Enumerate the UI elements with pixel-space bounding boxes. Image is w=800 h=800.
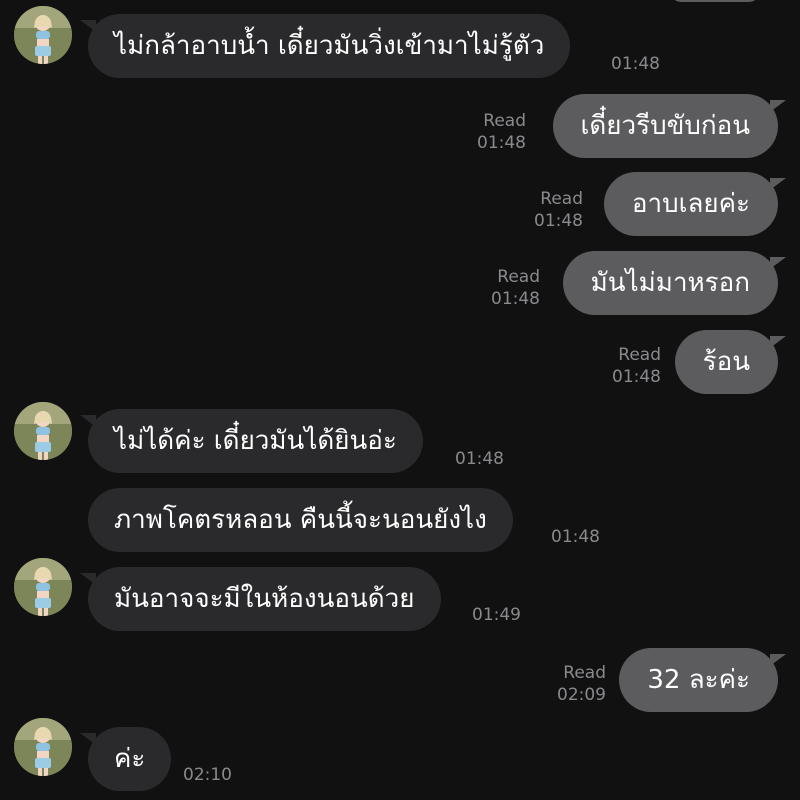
avatar-icon bbox=[14, 558, 72, 616]
message-time: 01:48 bbox=[455, 449, 504, 469]
message-bubble-incoming[interactable]: ไม่ได้ค่ะ เดี๋ยวมันได้ยินอ่ะ bbox=[80, 409, 423, 473]
message-text: ไม่กล้าอาบน้ำ เดี๋ยวมันวิ่งเข้ามาไม่รู้ต… bbox=[114, 31, 545, 61]
message-meta: Read 01:48 bbox=[491, 266, 540, 310]
previous-message-bubble[interactable] bbox=[670, 0, 760, 2]
bubble-tail bbox=[80, 20, 96, 32]
message-bubble-outgoing[interactable]: มันไม่มาหรอก bbox=[562, 251, 786, 315]
message-meta: Read 02:09 bbox=[557, 662, 606, 706]
message-bubble-outgoing[interactable]: เดี๋ยวรีบขับก่อน bbox=[552, 94, 786, 158]
message-text: มันไม่มาหรอก bbox=[590, 268, 750, 298]
message-time: 01:48 bbox=[551, 527, 600, 547]
message-meta: Read 01:48 bbox=[534, 188, 583, 232]
message-text: อาบเลยค่ะ bbox=[631, 189, 750, 219]
read-receipt: Read bbox=[563, 663, 606, 683]
message-text: ร้อน bbox=[702, 347, 750, 377]
message-time: 01:48 bbox=[534, 211, 583, 231]
avatar-icon bbox=[14, 718, 72, 776]
bubble-tail bbox=[80, 573, 96, 585]
read-receipt: Read bbox=[618, 345, 661, 365]
message-text: เดี๋ยวรีบขับก่อน bbox=[580, 111, 750, 141]
bubble-tail bbox=[80, 733, 96, 745]
message-time: 02:10 bbox=[183, 765, 232, 785]
message-bubble-outgoing[interactable]: ร้อน bbox=[674, 330, 786, 394]
contact-avatar[interactable] bbox=[14, 718, 72, 776]
bubble-tail bbox=[770, 336, 786, 348]
message-text: ภาพโคตรหลอน คืนนี้จะนอนยังไง bbox=[114, 505, 487, 535]
message-time: 01:48 bbox=[477, 133, 526, 153]
message-time: 01:48 bbox=[612, 367, 661, 387]
read-receipt: Read bbox=[540, 189, 583, 209]
message-meta: Read 01:48 bbox=[612, 344, 661, 388]
message-text: ไม่ได้ค่ะ เดี๋ยวมันได้ยินอ่ะ bbox=[114, 426, 397, 456]
message-bubble-incoming[interactable]: ไม่กล้าอาบน้ำ เดี๋ยวมันวิ่งเข้ามาไม่รู้ต… bbox=[80, 14, 571, 78]
bubble-tail bbox=[80, 415, 96, 427]
message-bubble-incoming[interactable]: มันอาจจะมีในห้องนอนด้วย bbox=[80, 567, 441, 631]
read-receipt: Read bbox=[497, 267, 540, 287]
bubble-tail bbox=[770, 178, 786, 190]
message-bubble-outgoing[interactable]: 32 ละค่ะ bbox=[619, 648, 786, 712]
bubble-tail bbox=[770, 654, 786, 666]
bubble-tail bbox=[770, 257, 786, 269]
read-receipt: Read bbox=[483, 111, 526, 131]
message-text: ค่ะ bbox=[114, 744, 146, 774]
message-time: 02:09 bbox=[557, 685, 606, 705]
bubble-tail bbox=[770, 100, 786, 112]
message-meta: Read 01:48 bbox=[477, 110, 526, 154]
message-bubble-outgoing[interactable]: อาบเลยค่ะ bbox=[603, 172, 786, 236]
message-bubble-incoming[interactable]: ภาพโคตรหลอน คืนนี้จะนอนยังไง bbox=[88, 488, 513, 552]
message-text: มันอาจจะมีในห้องนอนด้วย bbox=[114, 584, 415, 614]
message-text: 32 ละค่ะ bbox=[647, 665, 750, 695]
message-bubble-incoming[interactable]: ค่ะ bbox=[80, 727, 172, 791]
message-time: 01:48 bbox=[491, 289, 540, 309]
message-time: 01:49 bbox=[472, 605, 521, 625]
message-time: 01:48 bbox=[611, 54, 660, 74]
avatar-icon bbox=[14, 6, 72, 64]
avatar-icon bbox=[14, 402, 72, 460]
contact-avatar[interactable] bbox=[14, 6, 72, 64]
contact-avatar[interactable] bbox=[14, 558, 72, 616]
contact-avatar[interactable] bbox=[14, 402, 72, 460]
